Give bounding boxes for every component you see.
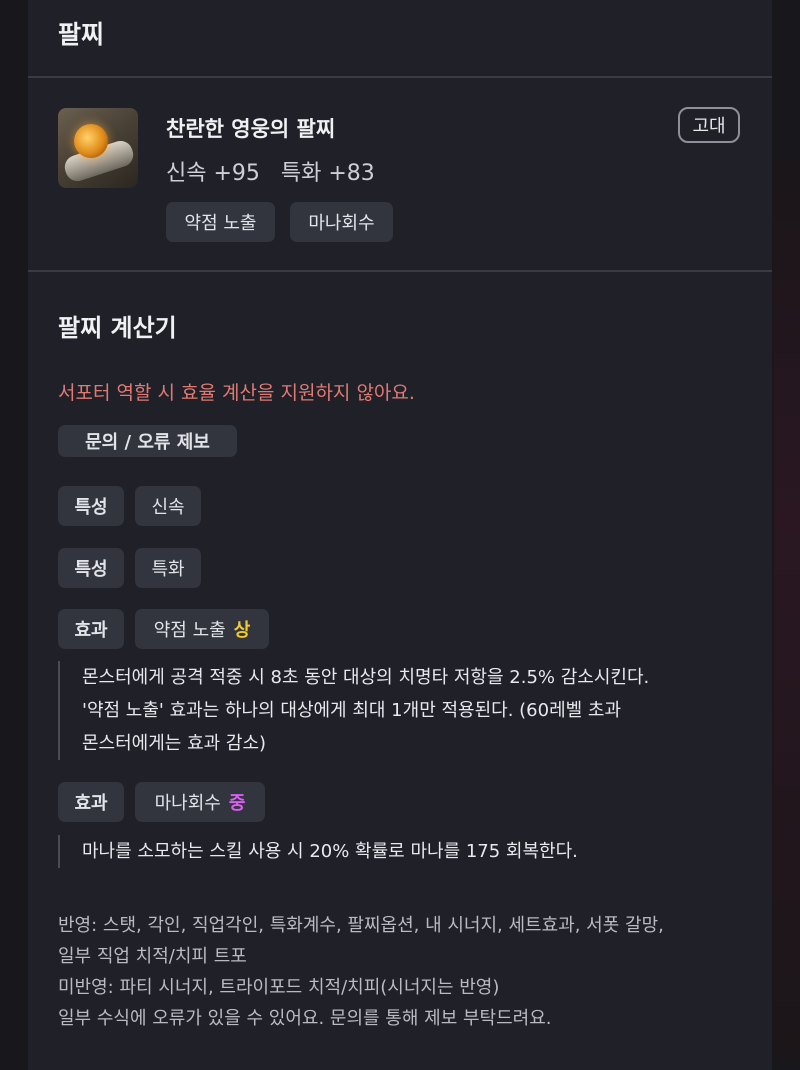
trait-label: 특성 <box>58 486 124 526</box>
divider <box>28 270 772 272</box>
effect-label: 효과 <box>58 782 124 822</box>
note-line: 반영: 스탯, 각인, 직업각인, 특화계수, 팔찌옵션, 내 시너지, 세트효… <box>58 915 664 936</box>
effect-grade: 중 <box>228 793 246 814</box>
item-tag-weak-point: 약점 노출 <box>166 202 275 242</box>
bracelet-section-title: 팔찌 <box>58 20 105 49</box>
calculation-notes: 반영: 스탯, 각인, 직업각인, 특화계수, 팔찌옵션, 내 시너지, 세트효… <box>58 910 664 1034</box>
effect-description-line: 몬스터에게 공격 적중 시 8초 동안 대상의 치명타 저항을 2.5% 감소시… <box>82 667 650 688</box>
item-stats: 신속 +95 특화 +83 <box>166 161 375 186</box>
bracelet-item-icon <box>58 108 138 188</box>
effect-description: 마나를 소모하는 스킬 사용 시 20% 확률로 마나를 175 회복한다. <box>58 835 578 868</box>
grade-badge: 고대 <box>678 107 740 143</box>
note-line: 일부 수식에 오류가 있을 수 있어요. 문의를 통해 제보 부탁드려요. <box>58 1008 552 1029</box>
support-warning: 서포터 역할 시 효율 계산을 지원하지 않아요. <box>58 382 415 404</box>
effect-name: 마나회수 <box>154 793 221 814</box>
effect-description-line: 마나를 소모하는 스킬 사용 시 20% 확률로 마나를 175 회복한다. <box>82 841 578 862</box>
effect-description-line: '약점 노출' 효과는 하나의 대상에게 최대 1개만 적용된다. (60레벨 … <box>82 700 622 721</box>
calculator-title: 팔찌 계산기 <box>58 314 177 342</box>
effect-select-weak-point[interactable]: 약점 노출 상 <box>135 609 269 649</box>
background-edge <box>774 160 800 1060</box>
effect-name: 약점 노출 <box>153 620 226 641</box>
effect-description-line: 몬스터에게는 효과 감소) <box>82 733 267 754</box>
effect-grade: 상 <box>233 620 251 641</box>
item-tag-mana-recovery: 마나회수 <box>290 202 393 242</box>
trait-label: 특성 <box>58 548 124 588</box>
item-name: 찬란한 영웅의 팔찌 <box>166 117 336 141</box>
trait-select-swiftness[interactable]: 신속 <box>135 486 201 526</box>
note-line: 미반영: 파티 시너지, 트라이포드 치적/치피(시너지는 반영) <box>58 977 500 998</box>
divider <box>28 76 772 78</box>
effect-select-mana-recovery[interactable]: 마나회수 중 <box>135 782 265 822</box>
trait-select-specialization[interactable]: 특화 <box>135 548 201 588</box>
effect-description: 몬스터에게 공격 적중 시 8초 동안 대상의 치명타 저항을 2.5% 감소시… <box>58 661 649 760</box>
effect-label: 효과 <box>58 609 124 649</box>
note-line: 일부 직업 치적/치피 트포 <box>58 946 247 967</box>
bracelet-panel: 팔찌 찬란한 영웅의 팔찌 신속 +95 특화 +83 고대 약점 노출 마나회… <box>28 0 772 1070</box>
report-button[interactable]: 문의 / 오류 제보 <box>58 425 237 457</box>
